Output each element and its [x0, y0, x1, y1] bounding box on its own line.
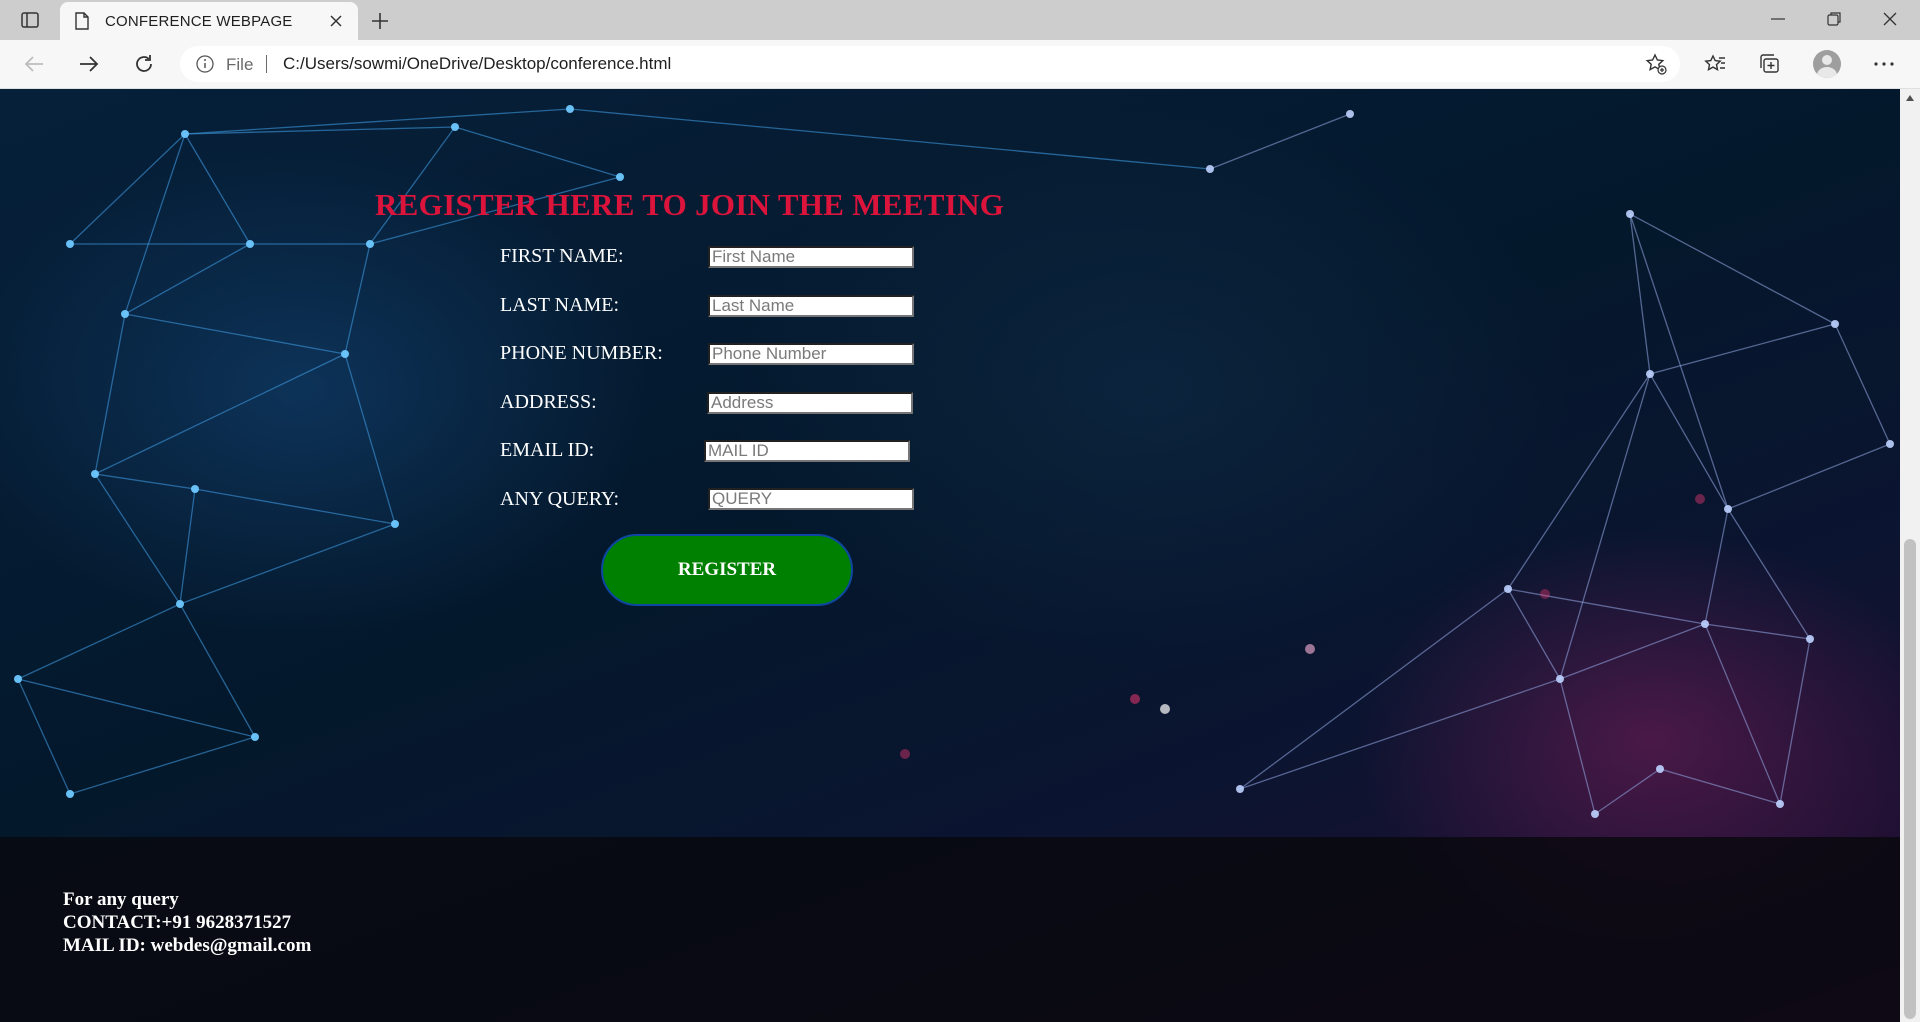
back-icon[interactable] — [16, 48, 52, 80]
any-query-label: ANY QUERY: — [500, 488, 620, 510]
page-viewport: REGISTER HERE TO JOIN THE MEETING FIRST … — [0, 89, 1900, 1022]
footer-query-text: For any query — [63, 889, 179, 910]
close-icon[interactable] — [326, 11, 346, 31]
address-label: ADDRESS: — [500, 391, 597, 413]
tab-title: CONFERENCE WEBPAGE — [105, 13, 293, 30]
page-icon — [74, 12, 90, 30]
tab-strip: CONFERENCE WEBPAGE — [0, 0, 1920, 40]
close-window-icon[interactable] — [1862, 0, 1918, 38]
minimize-icon[interactable] — [1750, 0, 1806, 38]
url-text[interactable]: C:/Users/sowmi/OneDrive/Desktop/conferen… — [283, 54, 671, 74]
address-input[interactable] — [707, 392, 913, 414]
email-id-input[interactable] — [704, 440, 910, 462]
avatar[interactable] — [1809, 48, 1845, 80]
scrollbar[interactable] — [1900, 89, 1920, 1022]
last-name-label: LAST NAME: — [500, 294, 620, 316]
footer: For any query CONTACT:+91 9628371527 MAI… — [0, 837, 1900, 1022]
browser-toolbar: File C:/Users/sowmi/OneDrive/Desktop/con… — [0, 40, 1920, 89]
scroll-thumb[interactable] — [1904, 539, 1916, 1019]
footer-contact-text: CONTACT:+91 9628371527 — [63, 912, 292, 933]
info-icon[interactable] — [196, 55, 214, 73]
browser-tab[interactable]: CONFERENCE WEBPAGE — [60, 2, 358, 40]
address-separator — [266, 55, 267, 73]
phone-number-label: PHONE NUMBER: — [500, 342, 663, 364]
first-name-input[interactable] — [708, 246, 914, 268]
collections-icon[interactable] — [1752, 48, 1788, 80]
restore-icon[interactable] — [1806, 0, 1862, 38]
profile-avatar — [1813, 50, 1841, 78]
address-bar[interactable]: File C:/Users/sowmi/OneDrive/Desktop/con… — [180, 46, 1680, 82]
favorites-icon[interactable] — [1697, 48, 1733, 80]
favorite-add-icon[interactable] — [1644, 53, 1668, 75]
last-name-input[interactable] — [708, 295, 914, 317]
scheme-label: File — [226, 55, 254, 74]
refresh-icon[interactable] — [126, 48, 162, 80]
plus-icon[interactable] — [367, 8, 393, 34]
more-icon[interactable] — [1866, 48, 1902, 80]
forward-icon[interactable] — [71, 48, 107, 80]
email-id-label: EMAIL ID: — [500, 439, 595, 461]
footer-mail-text: MAIL ID: webdes@gmail.com — [63, 935, 312, 956]
first-name-label: FIRST NAME: — [500, 245, 624, 267]
phone-number-input[interactable] — [708, 343, 914, 365]
scroll-up-arrow-icon[interactable] — [1900, 89, 1920, 107]
tab-actions-icon[interactable] — [16, 8, 44, 32]
register-button[interactable]: REGISTER — [601, 534, 853, 606]
page-title: REGISTER HERE TO JOIN THE MEETING — [375, 187, 1005, 222]
any-query-input[interactable] — [708, 488, 914, 510]
